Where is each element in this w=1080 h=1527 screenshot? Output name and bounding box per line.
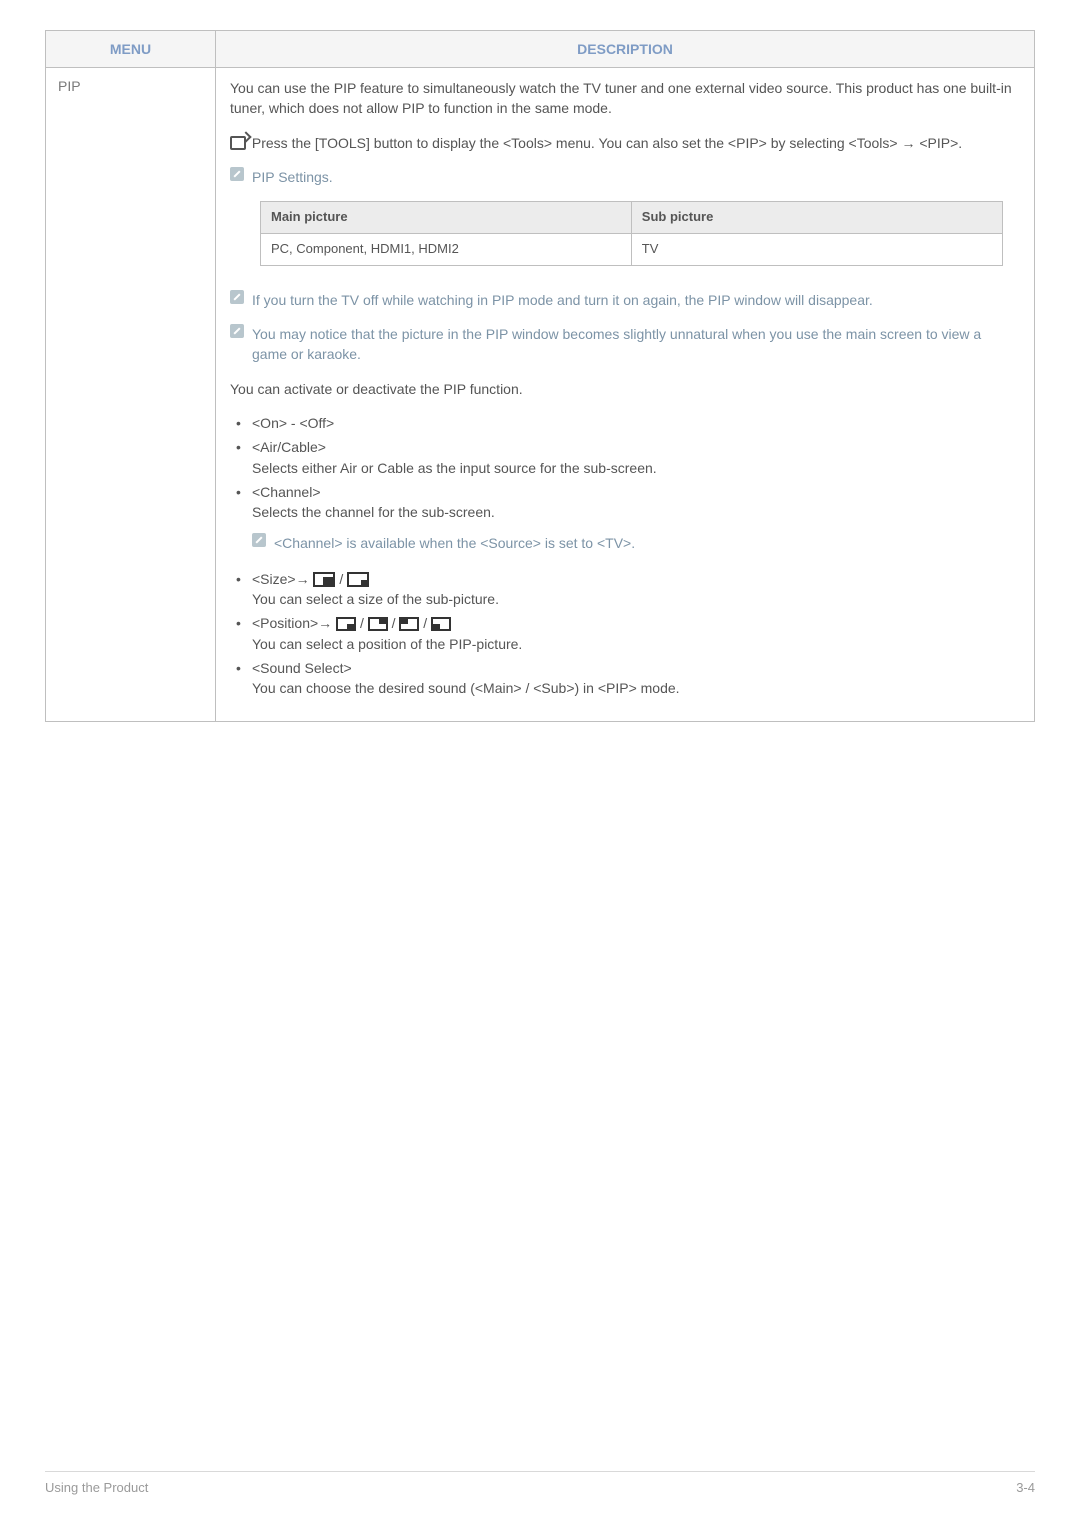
position-bottom-left-icon <box>431 617 451 631</box>
options-list: <On> - <Off> <Air/Cable> Selects either … <box>230 413 1020 522</box>
position-top-right-icon <box>368 617 388 631</box>
channel-title: <Channel> <box>252 484 321 500</box>
col-menu-header: MENU <box>46 31 216 68</box>
size-desc: You can select a size of the sub-picture… <box>252 591 499 607</box>
position-desc: You can select a position of the PIP-pic… <box>252 636 522 652</box>
footer-left: Using the Product <box>45 1480 148 1495</box>
list-item: <Sound Select> You can choose the desire… <box>230 658 1020 699</box>
info-icon <box>230 167 244 181</box>
info-icon <box>230 324 244 338</box>
note-unnatural: You may notice that the picture in the P… <box>230 324 1020 365</box>
list-item: <Air/Cable> Selects either Air or Cable … <box>230 437 1020 478</box>
main-picture-header: Main picture <box>261 202 632 234</box>
list-item: <Channel> Selects the channel for the su… <box>230 482 1020 523</box>
pip-settings-row: PIP Settings. <box>230 167 1020 187</box>
channel-desc: Selects the channel for the sub-screen. <box>252 504 495 520</box>
main-picture-value: PC, Component, HDMI1, HDMI2 <box>261 234 632 266</box>
note-tv-off-text: If you turn the TV off while watching in… <box>252 290 873 310</box>
description-cell: You can use the PIP feature to simultane… <box>216 68 1035 722</box>
activate-text: You can activate or deactivate the PIP f… <box>230 379 1020 399</box>
list-item: <Position>→ / / / You can select a posit… <box>230 613 1020 654</box>
tools-note: Press the [TOOLS] button to display the … <box>230 133 1020 153</box>
channel-sub-note: <Channel> is available when the <Source>… <box>230 533 1020 553</box>
sub-picture-value: TV <box>631 234 1002 266</box>
footer-right: 3-4 <box>1016 1480 1035 1495</box>
pip-picture-table: Main picture Sub picture PC, Component, … <box>260 201 1003 266</box>
col-description-header: DESCRIPTION <box>216 31 1035 68</box>
note-tv-off: If you turn the TV off while watching in… <box>230 290 1020 310</box>
onoff-label: <On> - <Off> <box>252 415 334 431</box>
table-row: PC, Component, HDMI1, HDMI2 TV <box>261 234 1003 266</box>
size-small-icon <box>347 572 369 587</box>
sub-picture-header: Sub picture <box>631 202 1002 234</box>
note-unnatural-text: You may notice that the picture in the P… <box>252 324 1020 365</box>
list-item: <On> - <Off> <box>230 413 1020 433</box>
aircable-desc: Selects either Air or Cable as the input… <box>252 460 657 476</box>
intro-paragraph: You can use the PIP feature to simultane… <box>230 78 1020 119</box>
position-prefix: <Position>→ <box>252 615 332 631</box>
table-row: PIP You can use the PIP feature to simul… <box>46 68 1035 722</box>
info-icon <box>252 533 266 547</box>
menu-cell: PIP <box>46 68 216 722</box>
list-item: <Size>→ / You can select a size of the s… <box>230 569 1020 610</box>
pip-settings-label: PIP Settings. <box>252 167 333 187</box>
tools-icon <box>230 136 246 150</box>
sound-select-title: <Sound Select> <box>252 660 352 676</box>
size-prefix: <Size>→ <box>252 571 310 587</box>
aircable-title: <Air/Cable> <box>252 439 326 455</box>
size-large-icon <box>313 572 335 587</box>
options-list-2: <Size>→ / You can select a size of the s… <box>230 569 1020 699</box>
page-footer: Using the Product 3-4 <box>45 1471 1035 1495</box>
position-top-left-icon <box>399 617 419 631</box>
info-icon <box>230 290 244 304</box>
position-bottom-right-icon <box>336 617 356 631</box>
sound-select-desc: You can choose the desired sound (<Main>… <box>252 680 680 696</box>
tools-note-text: Press the [TOOLS] button to display the … <box>252 135 962 151</box>
menu-label: PIP <box>58 78 81 94</box>
menu-description-table: MENU DESCRIPTION PIP You can use the PIP… <box>45 30 1035 722</box>
channel-sub-note-text: <Channel> is available when the <Source>… <box>274 533 635 553</box>
